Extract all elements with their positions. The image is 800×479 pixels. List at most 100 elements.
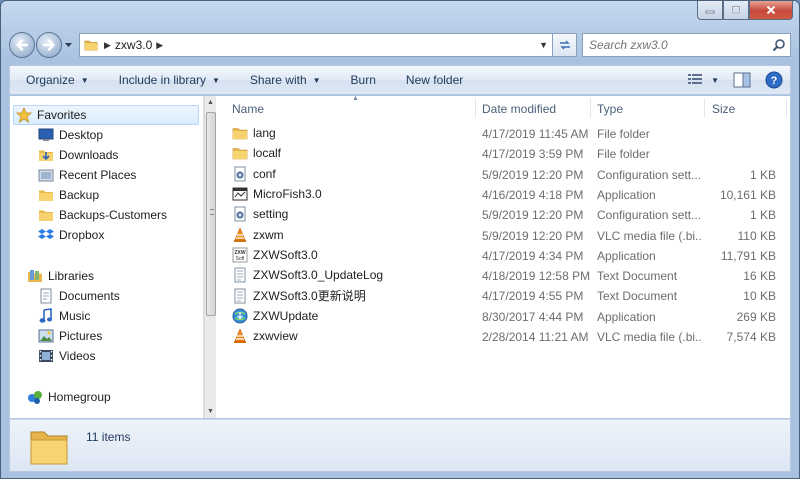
vlc-cone-icon: [232, 226, 248, 243]
share-with-menu[interactable]: Share with ▼: [234, 66, 335, 94]
nav-favorites[interactable]: Favorites: [13, 105, 199, 125]
size-cell: 10 KB: [743, 289, 776, 304]
date-modified-cell: 5/9/2019 12:20 PM: [482, 228, 584, 243]
forward-arrow-icon: [42, 39, 56, 51]
type-cell: File folder: [597, 127, 650, 141]
nav-item-label: Pictures: [59, 329, 103, 343]
table-row[interactable]: lang 4/17/2019 11:45 AM File folder: [216, 124, 790, 144]
date-modified-cell: 4/18/2019 12:58 PM: [482, 269, 591, 284]
breadcrumb-chevron-icon[interactable]: ▶: [104, 40, 111, 51]
nav-item-backup[interactable]: Backup: [38, 185, 228, 205]
svg-text:?: ?: [771, 75, 778, 87]
date-modified-cell: 2/28/2014 11:21 AM: [482, 330, 589, 344]
size-cell: 11,791 KB: [720, 248, 776, 263]
file-name-cell: ZXWSoft3.0更新说明: [232, 287, 366, 304]
preview-pane-button[interactable]: [726, 66, 758, 94]
organize-label: Organize: [26, 73, 75, 87]
homegroup-icon: [27, 389, 43, 405]
nav-item-recent-places[interactable]: Recent Places: [38, 165, 228, 185]
table-row[interactable]: zxwview 2/28/2014 11:21 AM VLC media file …: [216, 327, 790, 347]
nav-favorites-label: Favorites: [37, 108, 87, 122]
table-row[interactable]: ZXWSoft3.0更新说明 4/17/2019 4:55 PM Text Docu…: [216, 286, 790, 306]
column-name[interactable]: Name: [232, 102, 264, 116]
navigation-scrollbar[interactable]: ▲ ▼: [204, 96, 216, 418]
forward-button[interactable]: [36, 32, 62, 58]
new-folder-button[interactable]: New folder: [390, 66, 477, 94]
type-cell: Application: [597, 248, 656, 263]
documents-icon: [38, 288, 54, 304]
address-bar[interactable]: ▶ zxw3.0 ▶ ▼: [79, 33, 553, 57]
maximize-button[interactable]: [723, 1, 749, 20]
address-history-dropdown[interactable]: ▼: [539, 40, 548, 50]
nav-homegroup[interactable]: Homegroup: [27, 387, 217, 407]
nav-item-label: Videos: [59, 349, 96, 363]
table-row[interactable]: zxwm 5/9/2019 12:20 PM VLC media file (.bi…: [216, 226, 790, 246]
column-size[interactable]: Size: [712, 102, 735, 116]
nav-item-label: Music: [59, 309, 91, 323]
search-icon[interactable]: [772, 38, 786, 52]
search-box[interactable]: [582, 33, 791, 57]
nav-item-documents[interactable]: Documents: [38, 286, 228, 306]
scroll-down-icon[interactable]: ▼: [207, 408, 214, 415]
date-modified-cell: 4/16/2019 4:18 PM: [482, 187, 584, 202]
zxw-app-icon: ZXW Soft: [232, 247, 248, 263]
date-modified-cell: 4/17/2019 3:59 PM: [482, 147, 584, 162]
nav-item-label: Backup: [59, 188, 100, 202]
minimize-button[interactable]: [697, 1, 723, 20]
chevron-down-icon: [64, 42, 72, 47]
nav-libraries[interactable]: Libraries: [27, 266, 217, 286]
breadcrumb-zxw3-0[interactable]: zxw3.0: [115, 38, 152, 52]
file-name-cell: lang: [232, 125, 276, 141]
column-type[interactable]: Type: [597, 102, 623, 116]
table-row[interactable]: ZXW Soft ZXWSoft3.0 4/17/2019 4:34 PM Applic…: [216, 246, 790, 266]
chevron-down-icon[interactable]: ▼: [711, 76, 719, 85]
file-name: ZXWUpdate: [253, 308, 319, 323]
sort-ascending-icon: ▲: [352, 95, 359, 102]
close-button[interactable]: [749, 1, 793, 20]
pictures-icon: [38, 328, 54, 344]
table-row[interactable]: conf 5/9/2019 12:20 PM Configuration sett.…: [216, 165, 790, 185]
table-row[interactable]: ZXWSoft3.0_UpdateLog 4/18/2019 12:58 PM Te…: [216, 266, 790, 286]
folder-icon: [232, 125, 248, 141]
address-row: ▶ zxw3.0 ▶ ▼: [9, 31, 791, 59]
size-cell: 1 KB: [749, 167, 776, 182]
type-cell: File folder: [597, 147, 650, 162]
explorer-window: ▶ zxw3.0 ▶ ▼ Organize ▼ Include in librar…: [0, 0, 800, 479]
table-row[interactable]: MicroFish3.0 4/16/2019 4:18 PM Application…: [216, 185, 790, 205]
burn-button[interactable]: Burn: [335, 66, 390, 94]
breadcrumb-chevron-icon[interactable]: ▶: [156, 40, 163, 51]
libraries-icon: [27, 268, 43, 284]
back-arrow-icon: [15, 39, 29, 51]
file-name: lang: [253, 126, 276, 140]
nav-item-desktop[interactable]: Desktop: [38, 125, 228, 145]
recent-places-icon: [38, 167, 54, 183]
back-button[interactable]: [9, 32, 35, 58]
search-input[interactable]: [589, 38, 779, 52]
table-row[interactable]: setting 5/9/2019 12:20 PM Configuration se…: [216, 205, 790, 225]
nav-item-label: Documents: [59, 289, 120, 303]
chevron-down-icon: ▼: [212, 75, 220, 85]
scroll-up-icon[interactable]: ▲: [207, 99, 214, 106]
help-button[interactable]: ?: [758, 66, 790, 94]
table-row[interactable]: ZXWUpdate 8/30/2017 4:44 PM Application 269…: [216, 307, 790, 327]
include-in-library-menu[interactable]: Include in library ▼: [103, 66, 234, 94]
nav-item-music[interactable]: Music: [38, 306, 228, 326]
burn-label: Burn: [350, 73, 376, 87]
nav-item-videos[interactable]: Videos: [38, 346, 228, 366]
change-view-button[interactable]: ▼: [680, 66, 726, 94]
file-name: zxwview: [253, 329, 298, 343]
file-name: conf: [253, 166, 276, 181]
nav-item-downloads[interactable]: Downloads: [38, 145, 228, 165]
navigation-pane: Favorites Desktop Downloads Recent Place…: [10, 96, 204, 418]
refresh-arrows-icon: [559, 40, 570, 50]
nav-item-pictures[interactable]: Pictures: [38, 326, 228, 346]
nav-item-backups-customers[interactable]: Backups-Customers: [38, 205, 228, 225]
organize-menu[interactable]: Organize ▼: [10, 66, 103, 94]
table-row[interactable]: localf 4/17/2019 3:59 PM File folder: [216, 144, 790, 164]
nav-item-dropbox[interactable]: Dropbox: [38, 225, 228, 245]
scrollbar-thumb[interactable]: [206, 112, 216, 316]
column-date-modified[interactable]: Date modified: [482, 102, 556, 116]
folder-icon: [38, 187, 54, 203]
refresh-button[interactable]: [553, 33, 577, 57]
recent-pages-dropdown[interactable]: [63, 35, 73, 55]
